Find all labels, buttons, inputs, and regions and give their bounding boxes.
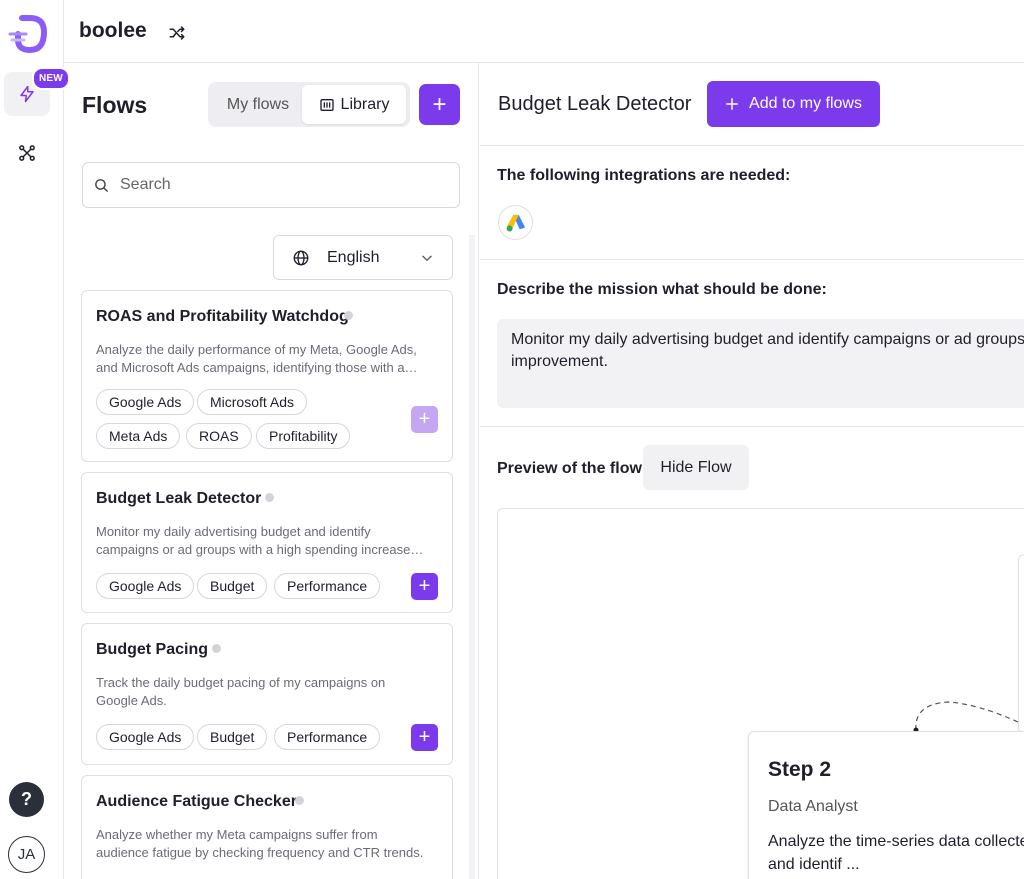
flow-card-title: Audience Fatigue Checker (96, 793, 297, 810)
list-scrollbar[interactable] (469, 235, 475, 879)
detail-title: Budget Leak Detector (498, 93, 692, 115)
tag-chip: Profitability (256, 423, 351, 449)
globe-icon (293, 250, 309, 265)
flows-panel: Flows My flows Library + Search English … (64, 63, 479, 879)
tag-chip: Budget (197, 573, 268, 599)
flow-card-title: ROAS and Profitability Watchdog (96, 308, 349, 325)
tab-library-label: Library (340, 95, 390, 113)
tag-chip: ROAS (186, 423, 252, 449)
step-description: Analyze the time-series data collected 1… (768, 833, 1024, 873)
google-ads-icon (498, 205, 533, 240)
tag-chip: Meta Ads (96, 423, 181, 449)
user-avatar[interactable]: JA (8, 836, 45, 873)
flow-card-title: Budget Pacing (96, 641, 209, 658)
tag-chip: Google Ads (96, 573, 195, 599)
flow-preview-canvas[interactable]: Step 2 Data Analyst Analyze the time-ser… (497, 508, 1024, 879)
add-flow-button[interactable]: + (411, 573, 438, 600)
flow-card[interactable]: Audience Fatigue Checker Analyze whether… (81, 775, 453, 879)
divider (480, 426, 1024, 427)
help-button[interactable]: ? (9, 782, 44, 817)
flow-card-title: Budget Leak Detector (96, 490, 262, 507)
add-to-my-flows-label: Add to my flows (749, 95, 862, 112)
tab-library[interactable]: Library (302, 85, 406, 124)
library-icon (319, 98, 334, 111)
rail-integrations-button[interactable] (4, 131, 50, 175)
add-to-my-flows-button[interactable]: Add to my flows (707, 81, 880, 127)
flow-card[interactable]: Budget Leak Detector Monitor my daily ad… (81, 472, 453, 613)
flow-step-card[interactable]: Step 2 Data Analyst Analyze the time-ser… (748, 731, 1024, 879)
left-rail: NEW ? JA (0, 0, 70, 879)
plus-icon (726, 98, 738, 110)
status-dot (265, 493, 274, 502)
divider (480, 259, 1024, 260)
flow-card[interactable]: Budget Pacing Track the daily budget pac… (81, 623, 453, 765)
preview-label: Preview of the flow: (497, 460, 648, 477)
add-flow-button[interactable]: + (411, 406, 438, 433)
tag-chip: Google Ads (96, 389, 195, 415)
flow-card-description: Analyze whether my Meta campaigns suffer… (96, 827, 424, 860)
network-icon (19, 145, 35, 161)
search-input[interactable]: Search (82, 162, 460, 208)
mission-textarea[interactable]: Monitor my daily advertising budget and … (497, 319, 1024, 408)
top-bar: boolee (64, 0, 1024, 63)
new-flow-button[interactable]: + (419, 84, 460, 125)
lightning-icon (20, 85, 34, 103)
hide-flow-button[interactable]: Hide Flow (643, 445, 749, 490)
mission-label: Describe the mission what should be done… (497, 281, 827, 298)
add-flow-button[interactable]: + (411, 724, 438, 751)
tag-chip: Google Ads (96, 724, 195, 750)
integrations-label: The following integrations are needed: (497, 167, 791, 184)
language-select[interactable]: English (273, 235, 453, 280)
chevron-down-icon (422, 255, 432, 261)
flow-card-description: Monitor my daily advertising budget and … (96, 524, 424, 557)
flow-card[interactable]: ROAS and Profitability Watchdog Analyze … (81, 290, 453, 462)
status-dot (344, 311, 353, 320)
tag-chip: Performance (274, 573, 381, 599)
status-dot (212, 644, 221, 653)
search-placeholder: Search (120, 176, 171, 193)
flow-detail-panel: Budget Leak Detector Add to my flows The… (480, 63, 1024, 879)
flows-view-toggle: My flows Library (208, 82, 410, 127)
mission-text: Monitor my daily advertising budget and … (511, 331, 1024, 370)
flow-card-description: Analyze the daily performance of my Meta… (96, 342, 418, 375)
step-role: Data Analyst (768, 798, 858, 815)
search-icon (95, 178, 108, 192)
language-label: English (327, 248, 380, 266)
tag-chip: Microsoft Ads (197, 389, 308, 415)
brand-name: boolee (79, 19, 147, 42)
flow-card-description: Track the daily budget pacing of my camp… (96, 675, 386, 708)
shuffle-icon[interactable] (168, 24, 186, 42)
status-dot (295, 796, 304, 805)
flow-connector (913, 701, 1019, 733)
divider (480, 145, 1024, 146)
tag-chip: Budget (197, 724, 268, 750)
tag-chip: Performance (274, 724, 381, 750)
step-title: Step 2 (768, 758, 832, 781)
boolee-logo-icon[interactable] (8, 12, 52, 56)
flows-title: Flows (82, 92, 148, 118)
tab-my-flows[interactable]: My flows (212, 85, 304, 124)
